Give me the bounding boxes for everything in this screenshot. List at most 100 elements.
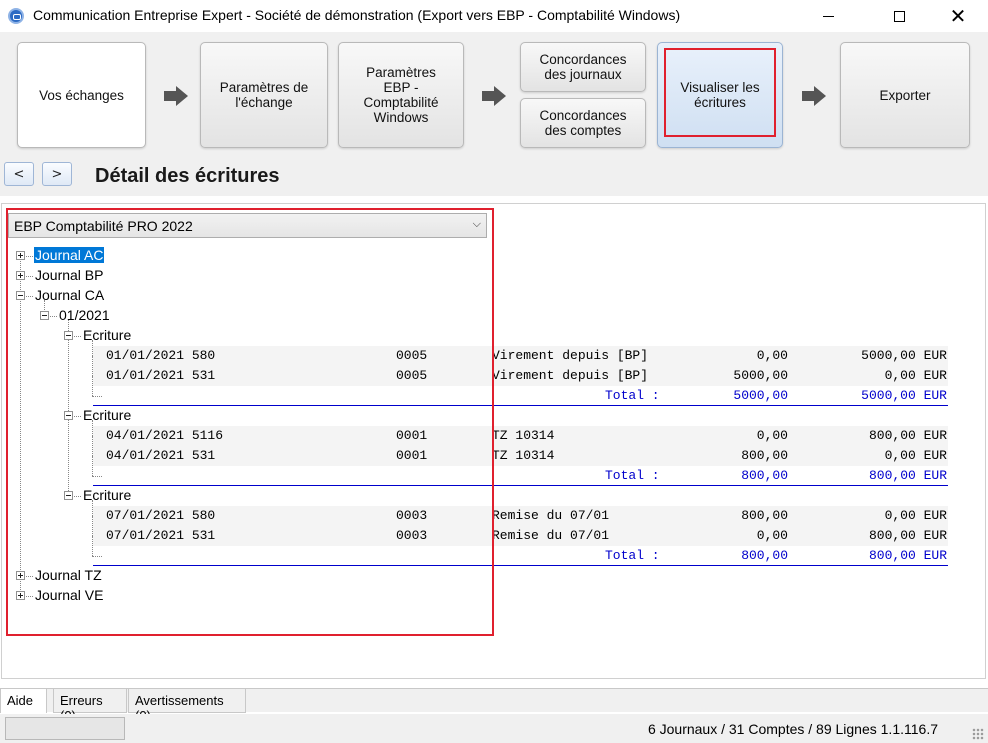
entry-total: Total : 800,00 800,00 EUR [93,466,948,486]
progress-box [5,717,125,740]
entry-label: TZ 10314 [492,428,555,443]
wizard-steps-bar: Vos échanges Paramètres de l'échange Par… [0,32,988,156]
resize-grip-icon[interactable] [972,728,984,740]
entry-line[interactable]: 07/01/2021 580 0003 Remise du 07/01 800,… [93,506,948,526]
collapse-icon[interactable] [16,291,25,300]
tab-avertissements[interactable]: Avertissements (0) [128,689,246,723]
tree-item-label: Journal AC [34,247,105,263]
collapse-icon[interactable] [64,331,73,340]
total-credit: 800,00 EUR [868,548,947,563]
step-concordances-comptes[interactable]: Concordances des comptes [520,98,646,148]
entry-label: Virement depuis [BP] [492,348,649,363]
step-parametres-ebp[interactable]: Paramètres EBP - Comptabilité Windows [338,42,464,148]
total-debit: 800,00 [741,548,788,563]
tab-erreurs[interactable]: Erreurs (0) [53,689,127,723]
collapse-icon[interactable] [40,311,49,320]
entry-line[interactable]: 07/01/2021 531 0003 Remise du 07/01 0,00… [93,526,948,546]
tree-item-label: Ecriture [83,407,132,423]
entry-date-account: 07/01/2021 531 [106,528,216,543]
step-concordances-journaux[interactable]: Concordances des journaux [520,42,646,92]
total-divider [93,565,948,566]
entry-debit: 5000,00 [733,368,788,383]
window-title: Communication Entreprise Expert - Sociét… [33,7,681,23]
tab-label: Aide [7,693,34,708]
entry-total: Total : 800,00 800,00 EUR [93,546,948,566]
step-label: Paramètres EBP - Comptabilité Windows [363,65,439,125]
software-select-value: EBP Comptabilité PRO 2022 [14,218,193,234]
minimize-button[interactable] [805,0,851,32]
entry-piece: 0005 [396,368,428,383]
entry-piece: 0001 [396,428,428,443]
entry-date-account: 01/01/2021 580 [106,348,216,363]
step-label: Exporter [879,87,931,103]
entry-debit: 800,00 [741,508,788,523]
total-divider [93,485,948,486]
tab-aide[interactable]: Aide [0,689,47,713]
total-label: Total : [605,388,660,403]
total-label: Total : [605,548,660,563]
step-label: Concordances des comptes [539,108,627,138]
entry-debit: 800,00 [741,448,788,463]
entry-piece: 0005 [396,348,428,363]
entry-date-account: 07/01/2021 580 [106,508,216,523]
status-summary: 6 Journaux / 31 Comptes / 89 Lignes 1.1.… [647,721,938,737]
close-icon: ✕ [949,4,967,28]
total-divider [93,405,948,406]
step-label: Vos échanges [39,87,124,103]
tree-item-label: Journal CA [35,287,105,303]
page-title: Détail des écritures [95,165,280,187]
tree-item-label: 01/2021 [59,307,110,323]
expand-icon[interactable] [16,251,25,260]
minimize-icon [822,15,834,17]
step-vos-echanges[interactable]: Vos échanges [17,42,146,148]
entry-label: Remise du 07/01 [492,508,610,523]
app-logo-icon [8,8,24,24]
entry-line[interactable]: 04/01/2021 531 0001 TZ 10314 800,00 0,00… [93,446,948,466]
tree-item-label: Journal TZ [35,567,102,583]
chevron-right-icon: > [51,166,63,182]
step-parametres-echange[interactable]: Paramètres de l'échange [200,42,328,148]
collapse-icon[interactable] [64,411,73,420]
next-button[interactable]: > [42,162,72,186]
total-debit: 800,00 [741,468,788,483]
close-button[interactable]: ✕ [935,0,981,32]
software-select[interactable]: EBP Comptabilité PRO 2022 ⌵ [8,213,487,238]
total-label: Total : [605,468,660,483]
app-window: Communication Entreprise Expert - Sociét… [0,0,988,743]
entry-date-account: 04/01/2021 531 [106,448,216,463]
expand-icon[interactable] [16,271,25,280]
entry-date-account: 01/01/2021 531 [106,368,216,383]
expand-icon[interactable] [16,591,25,600]
tree-connector [68,320,69,495]
previous-button[interactable]: < [4,162,34,186]
entry-credit: 0,00 EUR [884,448,947,463]
entry-debit: 0,00 [756,428,788,443]
total-credit: 800,00 EUR [868,468,947,483]
entry-line[interactable]: 01/01/2021 531 0005 Virement depuis [BP]… [93,366,948,386]
entry-piece: 0001 [396,448,428,463]
step-label: Paramètres de l'échange [219,80,309,110]
step-exporter[interactable]: Exporter [840,42,970,148]
expand-icon[interactable] [16,571,25,580]
tree-item-label: Ecriture [83,487,132,503]
tree-item-label: Journal VE [35,587,104,603]
chevron-left-icon: < [13,166,25,182]
tree-item-label: Journal BP [35,267,104,283]
bottom-tab-strip: Aide Erreurs (0) Avertissements (0) [0,688,988,723]
chevron-down-icon: ⌵ [472,217,481,230]
entry-label: Remise du 07/01 [492,528,610,543]
total-credit: 5000,00 EUR [861,388,947,403]
maximize-button[interactable] [876,0,922,32]
entry-line[interactable]: 01/01/2021 580 0005 Virement depuis [BP]… [93,346,948,366]
entry-debit: 0,00 [756,528,788,543]
arrow-right-icon [164,86,188,106]
entry-credit: 0,00 EUR [884,508,947,523]
entry-date-account: 04/01/2021 5116 [106,428,224,443]
collapse-icon[interactable] [64,491,73,500]
title-bar: Communication Entreprise Expert - Sociét… [0,0,988,32]
arrow-right-icon [802,86,826,106]
entry-line[interactable]: 04/01/2021 5116 0001 TZ 10314 0,00 800,0… [93,426,948,446]
entry-piece: 0003 [396,508,428,523]
entry-credit: 5000,00 EUR [861,348,947,363]
navigation-bar: < > Détail des écritures [0,156,988,196]
